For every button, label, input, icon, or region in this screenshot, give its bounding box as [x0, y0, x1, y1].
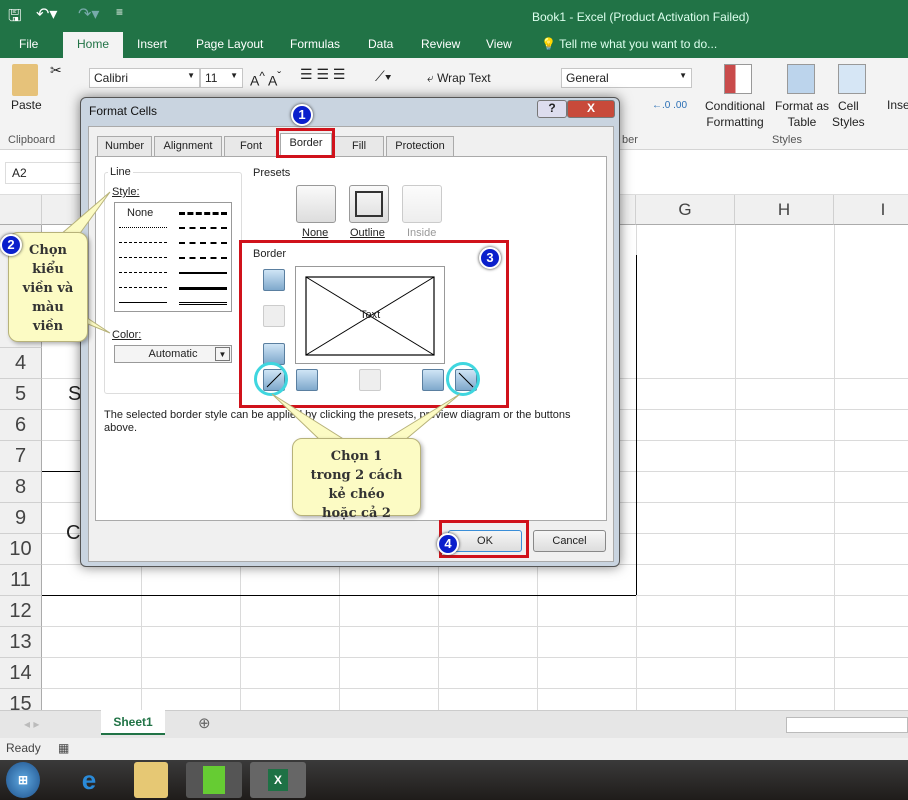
- step2-badge: 2: [0, 234, 22, 256]
- callout-diagonal: Chọn 1 trong 2 cách kẻ chéo hoặc cả 2: [292, 438, 421, 521]
- callout-pointers: [58, 191, 461, 441]
